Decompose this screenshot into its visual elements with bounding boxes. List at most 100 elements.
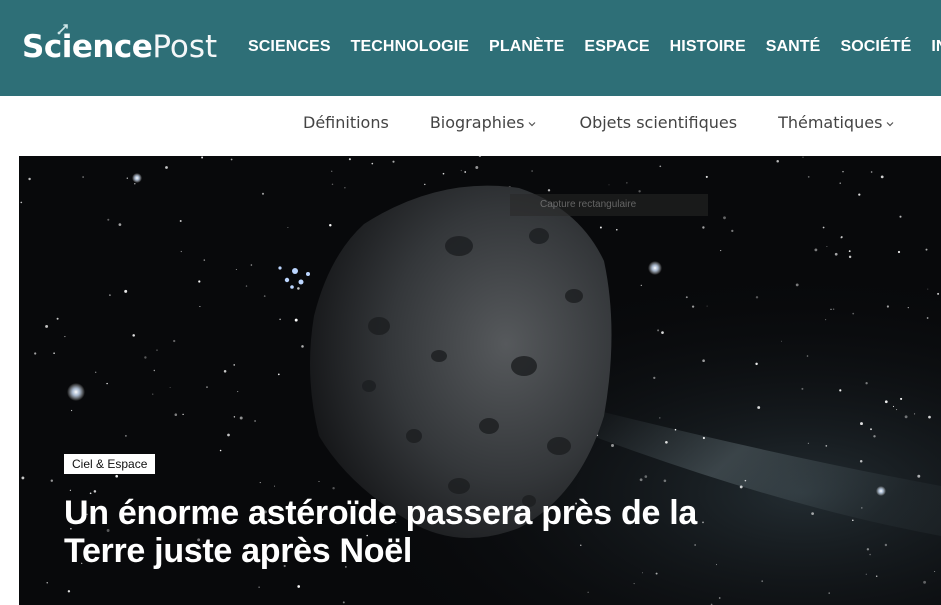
- star-dot: [125, 435, 127, 437]
- star-dot: [20, 201, 23, 204]
- star-dot: [757, 406, 761, 409]
- star-dot: [259, 482, 261, 484]
- article-title[interactable]: Un énorme astéroïde passera près de la T…: [64, 494, 784, 570]
- star-dot: [638, 190, 641, 193]
- star-dot: [460, 169, 462, 172]
- star-dot: [279, 318, 281, 321]
- star-dot: [250, 264, 253, 266]
- star-dot: [807, 442, 810, 444]
- subnav-objets-scientifiques[interactable]: Objets scientifiques: [579, 112, 737, 134]
- category-badge[interactable]: Ciel & Espace: [64, 454, 156, 474]
- star-dot: [180, 250, 182, 253]
- nav-societe[interactable]: SOCIÉTÉ: [840, 36, 911, 58]
- nav-insolite[interactable]: INSOLI: [931, 36, 941, 58]
- star-dot: [839, 389, 842, 392]
- star-dot: [761, 580, 764, 583]
- star-dot: [858, 193, 861, 196]
- star-dot: [424, 183, 426, 186]
- star-dot: [899, 215, 902, 218]
- star-dot: [830, 308, 832, 310]
- star-dot: [233, 364, 236, 366]
- star-dot: [287, 226, 289, 229]
- star-dot: [56, 317, 59, 320]
- star-dot: [840, 236, 843, 238]
- subnav-biographies-label: Biographies: [429, 113, 525, 132]
- subnav-objets-label: Objets scientifiques: [579, 113, 738, 132]
- chevron-down-icon: [886, 121, 894, 126]
- nav-planete[interactable]: PLANÈTE: [489, 36, 564, 58]
- star-dot: [776, 159, 779, 163]
- star-dot: [691, 305, 695, 308]
- subnav-biographies[interactable]: Biographies: [430, 112, 538, 134]
- star-dot: [611, 444, 614, 447]
- star-dot: [144, 356, 147, 359]
- nav-technologie[interactable]: TECHNOLOGIE: [351, 36, 469, 58]
- subnav-definitions[interactable]: Définitions: [303, 112, 389, 134]
- star-dot: [235, 269, 237, 271]
- star-dot: [258, 586, 260, 588]
- star-dot: [206, 386, 208, 388]
- star-dot: [633, 583, 635, 585]
- star-dot: [301, 345, 304, 348]
- star-dot: [884, 400, 888, 404]
- star-dot: [152, 393, 154, 395]
- star-dot: [587, 591, 589, 593]
- star-dot: [685, 296, 688, 299]
- star-dot: [875, 575, 878, 577]
- star-dot: [219, 449, 222, 452]
- star-dot: [254, 420, 257, 422]
- star-dot: [904, 415, 908, 419]
- hero-article[interactable]: Capture rectangulaire Ciel & Espace Un é…: [19, 156, 941, 605]
- star-dot: [927, 288, 929, 290]
- star-dot: [917, 474, 921, 478]
- star-dot: [616, 228, 618, 231]
- star-dot: [702, 359, 705, 363]
- nav-sciences[interactable]: SCIENCES: [248, 36, 331, 58]
- nav-sante[interactable]: SANTÉ: [766, 36, 821, 58]
- star-dot: [657, 329, 660, 332]
- star-dot: [934, 570, 936, 572]
- subnav-definitions-label: Définitions: [303, 113, 389, 132]
- star-dot: [118, 223, 122, 226]
- star-dot: [914, 413, 916, 415]
- star-dot: [82, 176, 84, 178]
- rocket-icon: [57, 24, 68, 35]
- star-dot: [106, 382, 108, 385]
- nav-espace[interactable]: ESPACE: [584, 36, 649, 58]
- star-dot: [834, 252, 838, 256]
- star-dot: [723, 216, 726, 220]
- star-dot: [897, 250, 901, 254]
- star-dot: [822, 226, 825, 229]
- star-dot: [344, 187, 346, 189]
- star-dot: [442, 172, 445, 175]
- main-nav: SCIENCES TECHNOLOGIE PLANÈTE ESPACE HIST…: [248, 36, 941, 58]
- star-dot: [67, 590, 71, 593]
- star-dot: [126, 177, 128, 179]
- star-dot: [199, 305, 201, 308]
- site-header: Science Post SCIENCES TECHNOLOGIE PLANÈTE…: [0, 0, 941, 96]
- site-logo[interactable]: Science Post: [22, 22, 217, 72]
- star-dot: [297, 585, 301, 588]
- star-dot: [297, 287, 300, 290]
- star-dot: [239, 416, 243, 420]
- star-dot: [203, 259, 206, 261]
- star-dot: [852, 519, 854, 521]
- star-dot: [825, 445, 828, 447]
- star-dot: [34, 352, 37, 355]
- logo-post-text: Post: [152, 29, 218, 65]
- star-dot: [832, 308, 835, 310]
- star-dot: [755, 296, 759, 299]
- star-dot: [839, 182, 841, 184]
- star-dot: [795, 283, 799, 287]
- star-dot: [93, 490, 97, 493]
- star-dot: [69, 489, 71, 491]
- nav-histoire[interactable]: HISTOIRE: [670, 36, 746, 58]
- star-dot: [547, 189, 551, 192]
- subnav-thematiques[interactable]: Thématiques: [778, 112, 895, 134]
- star-dot: [169, 386, 171, 388]
- star-dot: [274, 485, 276, 487]
- star-dot: [332, 487, 335, 490]
- star-dot: [781, 340, 782, 342]
- star-dot: [861, 507, 863, 509]
- star-dot: [865, 382, 868, 385]
